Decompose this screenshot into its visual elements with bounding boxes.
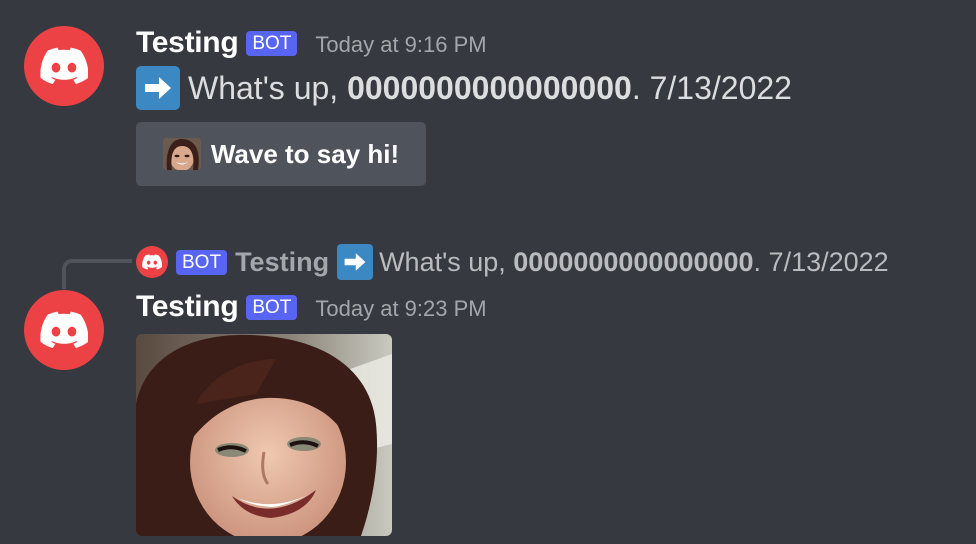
reply-avatar: [136, 246, 168, 278]
message-content: What's up, 0000000000000000 . 7/13/2022: [136, 66, 792, 110]
reply-preview[interactable]: BOT Testing What's up, 0000000000000000 …: [136, 240, 889, 284]
reply-text: What's up,: [379, 246, 514, 277]
username[interactable]: Testing: [136, 290, 239, 324]
reply-spine: [62, 259, 132, 289]
wave-button[interactable]: Wave to say hi!: [136, 122, 426, 186]
smiling-woman-image: [136, 334, 392, 536]
discord-logo-icon: [40, 311, 88, 349]
message-header: Testing BOT Today at 9:23 PM: [136, 290, 487, 324]
message-mention: 0000000000000000: [347, 69, 632, 106]
reply-username[interactable]: Testing: [235, 247, 329, 278]
timestamp[interactable]: Today at 9:16 PM: [315, 32, 486, 58]
user-avatar[interactable]: [24, 26, 104, 106]
reply-date: . 7/13/2022: [753, 246, 889, 277]
user-avatar[interactable]: [24, 290, 104, 370]
discord-logo-icon: [142, 254, 162, 270]
face-emoji-icon: [162, 138, 201, 170]
message-text: What's up,: [188, 69, 348, 106]
arrow-right-emoji-icon: [136, 66, 180, 110]
bot-badge: BOT: [246, 295, 298, 320]
message-date: . 7/13/2022: [631, 69, 792, 106]
wave-button-label: Wave to say hi!: [210, 138, 400, 169]
arrow-right-emoji-icon: [337, 244, 374, 280]
timestamp[interactable]: Today at 9:23 PM: [315, 296, 486, 322]
reply-mention: 0000000000000000: [513, 246, 754, 277]
bot-badge: BOT: [246, 31, 298, 56]
discord-logo-icon: [40, 47, 88, 85]
message-header: Testing BOT Today at 9:16 PM: [136, 26, 487, 60]
username[interactable]: Testing: [136, 26, 239, 60]
gif-attachment[interactable]: [136, 334, 392, 536]
reply-bot-badge: BOT: [176, 249, 228, 275]
